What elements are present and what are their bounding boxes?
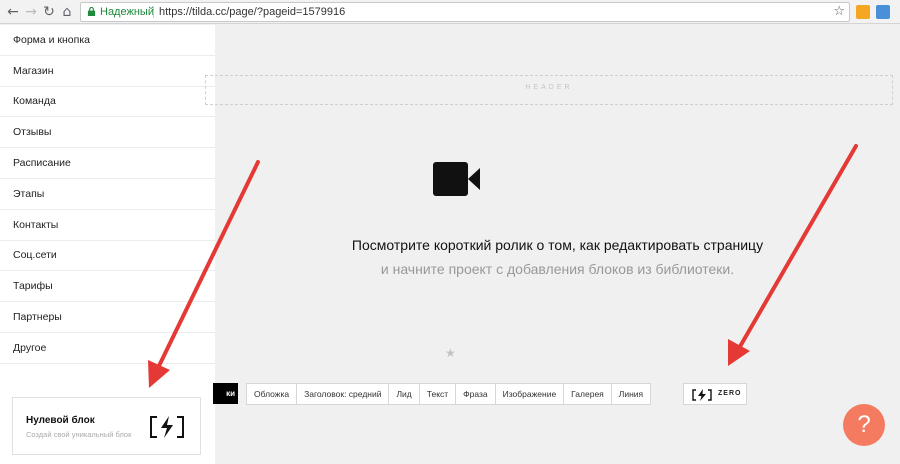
forward-arrow-icon[interactable]: → <box>22 3 40 21</box>
zero-button-label: ZERO <box>718 390 742 397</box>
star-icon: ★ <box>445 346 456 360</box>
video-camera-icon[interactable] <box>433 162 481 196</box>
tutorial-prompt: Посмотрите короткий ролик о том, как ред… <box>215 236 900 279</box>
zero-block-card[interactable]: Нулевой блок Создай свой уникальный блок <box>12 397 201 455</box>
sidebar-item-schedule[interactable]: Расписание <box>0 148 215 179</box>
sidebar-item-shop[interactable]: Магазин <box>0 56 215 87</box>
sidebar-item-label: Расписание <box>13 157 71 170</box>
sidebar-item-label: Соц.сети <box>13 249 57 262</box>
sidebar-item-other[interactable]: Другое <box>0 333 215 364</box>
category-text[interactable]: Текст <box>418 384 455 404</box>
star-icon[interactable]: ☆ <box>833 3 845 21</box>
category-line[interactable]: Линия <box>610 384 650 404</box>
block-category-bar: Обложка Заголовок: средний Лид Текст Фра… <box>246 383 652 405</box>
zero-block-subtitle: Создай свой уникальный блок <box>26 430 132 439</box>
extension-chart-icon[interactable] <box>856 5 870 19</box>
sidebar-item-team[interactable]: Команда <box>0 87 215 118</box>
sidebar-item-label: Отзывы <box>13 126 52 139</box>
sidebar-item-label: Тарифы <box>13 280 53 293</box>
lock-icon <box>87 7 96 16</box>
zero-block-title: Нулевой блок <box>26 415 95 426</box>
header-placeholder-label: HEADER <box>525 84 573 91</box>
category-phrase[interactable]: Фраза <box>455 384 494 404</box>
sidebar-item-label: Магазин <box>13 64 54 77</box>
back-arrow-icon[interactable]: ← <box>4 3 22 21</box>
sidebar-item-reviews[interactable]: Отзывы <box>0 117 215 149</box>
sidebar-item-label: Этапы <box>13 187 45 200</box>
sidebar-item-pricing[interactable]: Тарифы <box>0 271 215 303</box>
zero-lightning-icon <box>692 389 712 401</box>
address-separator <box>153 6 154 18</box>
zero-block-icon <box>150 416 184 438</box>
reload-icon[interactable]: ↻ <box>40 3 58 21</box>
sidebar-item-label: Контакты <box>13 218 59 231</box>
tutorial-line-1[interactable]: Посмотрите короткий ролик о том, как ред… <box>215 236 900 255</box>
home-icon[interactable]: ⌂ <box>58 3 76 21</box>
url-text[interactable]: https://tilda.cc/page/?pageid=1579916 <box>159 3 345 21</box>
category-lead[interactable]: Лид <box>388 384 418 404</box>
category-gallery[interactable]: Галерея <box>563 384 611 404</box>
address-bar[interactable]: Надежный https://tilda.cc/page/?pageid=1… <box>80 2 850 22</box>
zero-block-button[interactable]: ZERO <box>683 383 747 405</box>
extension-translate-icon[interactable] <box>876 5 890 19</box>
browser-toolbar: ← → ↻ ⌂ Надежный https://tilda.cc/page/?… <box>0 0 900 24</box>
category-cover[interactable]: Обложка <box>247 384 296 404</box>
tutorial-line-2: и начните проект с добавления блоков из … <box>380 261 735 277</box>
category-image[interactable]: Изображение <box>494 384 564 404</box>
sidebar-item-label: Команда <box>13 95 56 108</box>
sidebar-item-contacts[interactable]: Контакты <box>0 210 215 241</box>
sidebar-item-social[interactable]: Соц.сети <box>0 241 215 272</box>
sidebar-item-partners[interactable]: Партнеры <box>0 302 215 333</box>
header-placeholder-block[interactable]: HEADER <box>205 75 893 105</box>
sidebar-item-label: Партнеры <box>13 311 62 324</box>
block-library-sidebar: Форма и кнопка Магазин Команда Отзывы Ра… <box>0 25 215 464</box>
all-blocks-button[interactable]: ки <box>213 383 238 404</box>
sidebar-item-steps[interactable]: Этапы <box>0 179 215 210</box>
sidebar-item-label: Форма и кнопка <box>13 33 91 46</box>
secure-label: Надежный <box>100 6 154 18</box>
category-heading-medium[interactable]: Заголовок: средний <box>296 384 388 404</box>
sidebar-item-label: Другое <box>13 341 47 354</box>
help-button[interactable]: ? <box>843 404 885 446</box>
sidebar-item-form[interactable]: Форма и кнопка <box>0 25 215 56</box>
